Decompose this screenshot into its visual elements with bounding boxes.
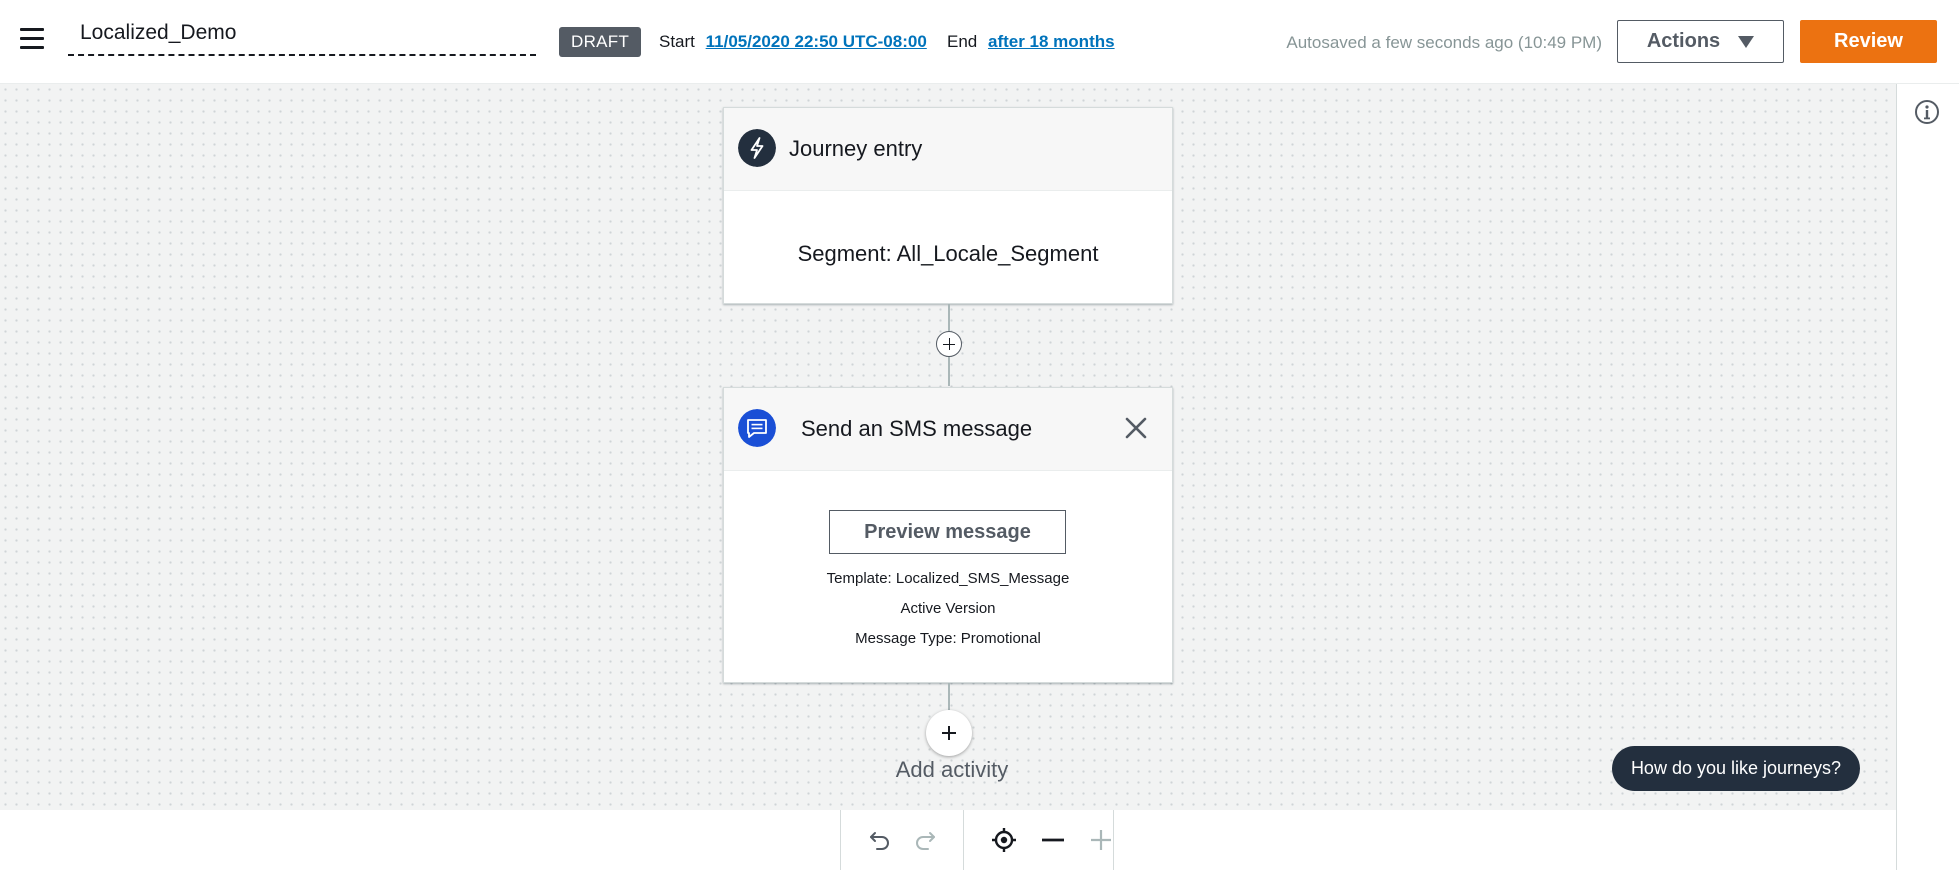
- end-date-link[interactable]: after 18 months: [988, 32, 1115, 51]
- info-icon[interactable]: [1913, 98, 1941, 126]
- lightning-icon: [738, 129, 776, 167]
- chat-icon: [738, 409, 776, 447]
- redo-icon[interactable]: [911, 826, 939, 854]
- toolbar-divider: [963, 810, 964, 870]
- template-text: Template: Localized_SMS_Message: [826, 570, 1070, 587]
- end-group: End after 18 months: [947, 30, 1115, 54]
- zoom-in-icon[interactable]: [1087, 826, 1115, 854]
- journey-header: Localized_Demo DRAFT Start 11/05/2020 22…: [0, 0, 1959, 84]
- add-activity-label[interactable]: Add activity: [852, 756, 1052, 784]
- zoom-out-icon[interactable]: [1039, 826, 1067, 854]
- menu-icon[interactable]: [20, 28, 44, 50]
- actions-button[interactable]: Actions: [1617, 20, 1784, 63]
- canvas-toolbar: [840, 810, 1114, 870]
- connector-line: [948, 683, 950, 711]
- start-label: Start: [659, 32, 695, 51]
- actions-label: Actions: [1646, 30, 1721, 52]
- right-panel-rail: [1896, 84, 1959, 870]
- journey-name-field[interactable]: Localized_Demo: [68, 18, 536, 56]
- start-group: Start 11/05/2020 22:50 UTC-08:00: [659, 30, 927, 54]
- add-activity-plus-icon[interactable]: [936, 331, 962, 357]
- sms-activity-card[interactable]: Send an SMS message Preview message Temp…: [723, 387, 1173, 683]
- caret-down-icon: [1738, 35, 1755, 48]
- journey-entry-card[interactable]: Journey entry Segment: All_Locale_Segmen…: [723, 107, 1173, 304]
- card-header: Send an SMS message: [724, 388, 1172, 471]
- undo-icon[interactable]: [866, 826, 894, 854]
- card-title: Journey entry: [789, 136, 923, 161]
- add-activity-button[interactable]: [926, 710, 972, 756]
- end-label: End: [947, 32, 978, 51]
- status-badge: DRAFT: [559, 27, 642, 57]
- review-button[interactable]: Review: [1800, 20, 1937, 63]
- autosave-status: Autosaved a few seconds ago (10:49 PM): [1286, 33, 1602, 52]
- recenter-icon[interactable]: [990, 826, 1018, 854]
- close-icon[interactable]: [1124, 416, 1148, 440]
- segment-text: Segment: All_Locale_Segment: [797, 241, 1099, 266]
- card-title: Send an SMS message: [801, 416, 1033, 441]
- feedback-button[interactable]: How do you like journeys?: [1612, 746, 1860, 791]
- card-header: Journey entry: [724, 108, 1172, 191]
- message-type-text: Message Type: Promotional: [855, 630, 1041, 647]
- version-text: Active Version: [900, 600, 996, 617]
- preview-message-button[interactable]: Preview message: [829, 510, 1066, 554]
- start-date-link[interactable]: 11/05/2020 22:50 UTC-08:00: [706, 32, 927, 51]
